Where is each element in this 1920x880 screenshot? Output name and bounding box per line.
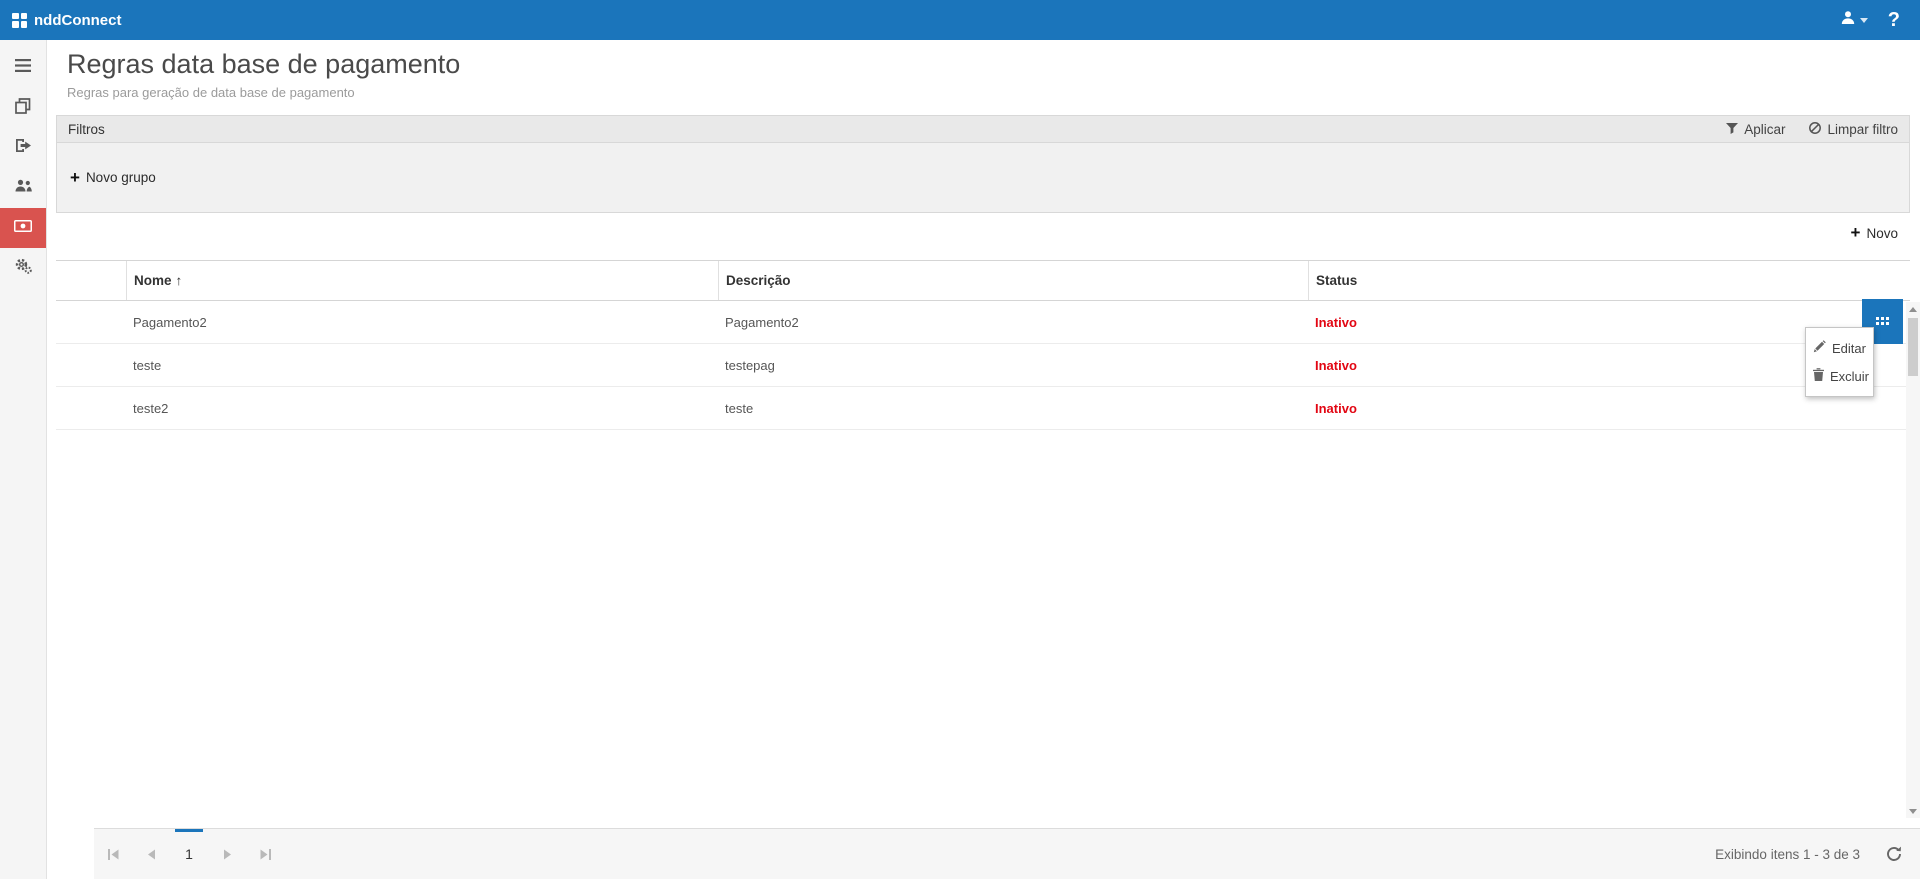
clear-filter-button[interactable]: Limpar filtro	[1809, 122, 1898, 137]
menu-item-edit-label: Editar	[1832, 341, 1866, 356]
menu-item-edit[interactable]: Editar	[1806, 334, 1873, 362]
menu-icon	[15, 59, 31, 77]
edit-pencil-icon	[1813, 340, 1826, 356]
sidebar-item-settings[interactable]	[0, 248, 46, 288]
help-button[interactable]: ?	[1878, 9, 1910, 32]
cell-nome: Pagamento2	[126, 315, 718, 330]
menu-item-delete[interactable]: Excluir	[1806, 362, 1873, 390]
sidebar	[0, 40, 47, 879]
plus-icon: +	[70, 171, 80, 185]
pager-prev-button[interactable]	[132, 829, 170, 880]
header-cell-descricao[interactable]: Descrição	[718, 261, 1308, 300]
funnel-icon	[1726, 122, 1738, 137]
table-row[interactable]: teste2 teste Inativo	[56, 387, 1910, 430]
chevron-down-icon	[1860, 18, 1868, 23]
app-logo: nddConnect	[0, 12, 122, 29]
documents-icon	[15, 98, 31, 119]
pager: 1 Exibindo itens 1 - 3 de 3	[94, 828, 1920, 879]
status-badge: Inativo	[1308, 401, 1910, 416]
slash-circle-icon	[1809, 122, 1821, 137]
export-icon	[15, 138, 32, 158]
settings-gears-icon	[15, 258, 32, 279]
pager-next-button[interactable]	[208, 829, 246, 880]
grid-toolbar: + Novo	[47, 213, 1920, 245]
grid-dots-icon	[1876, 313, 1889, 331]
scrollbar-thumb[interactable]	[1908, 318, 1918, 376]
header-label-descricao: Descrição	[726, 273, 791, 288]
users-icon	[15, 179, 32, 197]
filter-bar: Filtros Aplicar Limpar filtro	[56, 115, 1910, 143]
pager-summary: Exibindo itens 1 - 3 de 3	[1715, 847, 1860, 862]
sidebar-menu-toggle[interactable]	[0, 48, 46, 88]
data-grid: Nome ↑ Descrição Status Pagamento2 Pagam…	[56, 260, 1910, 430]
cell-nome: teste	[126, 358, 718, 373]
page-header: Regras data base de pagamento Regras par…	[47, 40, 1920, 101]
trash-icon	[1813, 368, 1824, 384]
main-content: Regras data base de pagamento Regras par…	[47, 40, 1920, 879]
new-group-button[interactable]: + Novo grupo	[70, 170, 156, 185]
pager-first-button[interactable]	[94, 829, 132, 880]
clear-filter-label: Limpar filtro	[1827, 122, 1898, 137]
header-cell-empty	[56, 261, 126, 300]
page-subtitle: Regras para geração de data base de paga…	[67, 85, 1920, 101]
sidebar-item-documents[interactable]	[0, 88, 46, 128]
scrollbar-down-arrow[interactable]	[1906, 804, 1920, 818]
page-title: Regras data base de pagamento	[67, 48, 1920, 80]
new-button-label: Novo	[1866, 226, 1898, 241]
header-label-status: Status	[1316, 273, 1357, 288]
plus-icon: +	[1851, 226, 1861, 240]
brand-name: nddConnect	[34, 12, 122, 29]
apply-filter-button[interactable]: Aplicar	[1726, 122, 1785, 137]
table-row[interactable]: Pagamento2 Pagamento2 Inativo	[56, 301, 1910, 344]
scrollbar-up-arrow[interactable]	[1906, 302, 1920, 316]
header-cell-status[interactable]: Status	[1308, 261, 1910, 300]
sidebar-item-export[interactable]	[0, 128, 46, 168]
row-actions-menu: Editar Excluir	[1805, 327, 1874, 397]
grid-header-row: Nome ↑ Descrição Status	[56, 260, 1910, 301]
filter-bar-title: Filtros	[68, 122, 105, 137]
pager-page-1[interactable]: 1	[170, 829, 208, 880]
cell-descricao: testepag	[718, 358, 1308, 373]
logo-grid-icon	[12, 13, 27, 28]
payment-icon	[14, 219, 32, 237]
user-icon	[1841, 11, 1855, 29]
topbar: nddConnect ?	[0, 0, 1920, 40]
pager-last-button[interactable]	[246, 829, 284, 880]
new-button[interactable]: + Novo	[1851, 226, 1898, 241]
cell-descricao: teste	[718, 401, 1308, 416]
pager-info: Exibindo itens 1 - 3 de 3	[1715, 846, 1902, 862]
filter-group-area: + Novo grupo	[56, 143, 1910, 213]
refresh-button[interactable]	[1886, 846, 1902, 862]
header-cell-nome[interactable]: Nome ↑	[126, 261, 718, 300]
menu-item-delete-label: Excluir	[1830, 369, 1869, 384]
topbar-actions: ?	[1831, 0, 1920, 40]
sidebar-item-payment[interactable]	[0, 208, 46, 248]
header-label-nome: Nome	[134, 273, 172, 288]
grid-scrollbar[interactable]	[1906, 302, 1920, 818]
apply-filter-label: Aplicar	[1744, 122, 1785, 137]
sidebar-item-users[interactable]	[0, 168, 46, 208]
user-menu-button[interactable]	[1831, 0, 1878, 40]
filter-panel: Filtros Aplicar Limpar filtro +	[56, 115, 1910, 213]
cell-nome: teste2	[126, 401, 718, 416]
filter-actions: Aplicar Limpar filtro	[1726, 122, 1898, 137]
table-row[interactable]: teste testepag Inativo	[56, 344, 1910, 387]
cell-descricao: Pagamento2	[718, 315, 1308, 330]
sort-asc-icon: ↑	[176, 273, 183, 288]
new-group-label: Novo grupo	[86, 170, 156, 185]
